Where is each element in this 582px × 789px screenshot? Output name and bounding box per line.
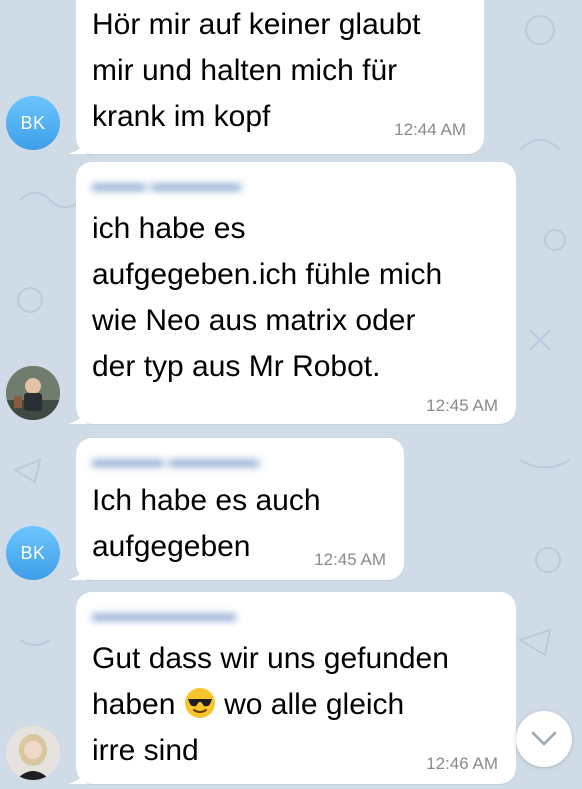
message-4: ▬▬▬▬▬▬▬▬ Gut dass wir uns gefunden haben… xyxy=(0,590,582,789)
message-bubble[interactable]: ▬▬▬▬▬▬▬▬ Gut dass wir uns gefunden haben… xyxy=(67,592,516,784)
message-time: 12:45 AM xyxy=(426,396,498,415)
sender-name-redacted: ▬▬▬▬ ▬▬▬▬▬ xyxy=(92,450,260,470)
message-text-line: Hör mir auf keiner glaubt xyxy=(92,8,421,41)
message-time: 12:44 AM xyxy=(394,120,466,139)
sender-name-redacted: ▬▬▬▬▬▬▬▬ xyxy=(92,604,236,624)
message-bubble[interactable]: Hör mir auf keiner glaubt mir und halten… xyxy=(67,0,484,154)
avatar-initials: BK xyxy=(20,112,46,133)
avatar[interactable] xyxy=(6,366,60,420)
scroll-to-bottom-button[interactable] xyxy=(516,711,572,767)
message-text-part: wo alle gleich xyxy=(224,688,405,721)
message-text-line: krank im kopf xyxy=(92,100,271,133)
avatar[interactable]: BK xyxy=(6,96,60,150)
message-text-line: Gut dass wir uns gefunden xyxy=(92,642,449,675)
message-text-line: Ich habe es auch xyxy=(92,484,321,517)
sunglasses-emoji-icon xyxy=(184,688,215,718)
message-text-line: wie Neo aus matrix oder xyxy=(92,304,416,337)
message-time: 12:46 AM xyxy=(426,754,498,773)
avatar[interactable]: BK xyxy=(6,526,60,580)
message-time: 12:45 AM xyxy=(314,550,386,569)
avatar[interactable] xyxy=(6,726,60,780)
message-text-line: mir und halten mich für xyxy=(92,54,398,87)
message-text-line: der typ aus Mr Robot. xyxy=(92,350,381,383)
message-1: BK Hör mir auf keiner glaubt mir und hal… xyxy=(0,0,582,160)
sender-name-redacted: ▬▬▬ ▬▬▬▬▬ xyxy=(92,174,242,194)
chevron-down-icon xyxy=(531,731,557,746)
avatar-photo xyxy=(6,726,60,780)
bubble-tail xyxy=(67,406,87,424)
message-2: ▬▬▬ ▬▬▬▬▬ ich habe es aufgegeben.ich füh… xyxy=(0,160,582,430)
bubble-tail xyxy=(67,136,87,154)
message-3: BK ▬▬▬▬ ▬▬▬▬▬ Ich habe es auch aufgegebe… xyxy=(0,430,582,590)
message-text-line: ich habe es xyxy=(92,212,246,245)
message-text-line: aufgegeben.ich fühle mich xyxy=(92,258,443,291)
bubble-tail xyxy=(67,562,87,580)
message-bubble[interactable]: ▬▬▬▬ ▬▬▬▬▬ Ich habe es auch aufgegeben 1… xyxy=(67,438,404,580)
message-text-part: haben xyxy=(92,688,176,721)
message-text-line: irre sind xyxy=(92,734,199,767)
message-text-line: haben wo alle gleich xyxy=(92,682,404,728)
message-text-line: aufgegeben xyxy=(92,530,251,563)
message-bubble[interactable]: ▬▬▬ ▬▬▬▬▬ ich habe es aufgegeben.ich füh… xyxy=(67,162,516,424)
bubble-tail xyxy=(67,766,87,784)
avatar-photo xyxy=(6,366,60,420)
avatar-initials: BK xyxy=(20,542,46,563)
